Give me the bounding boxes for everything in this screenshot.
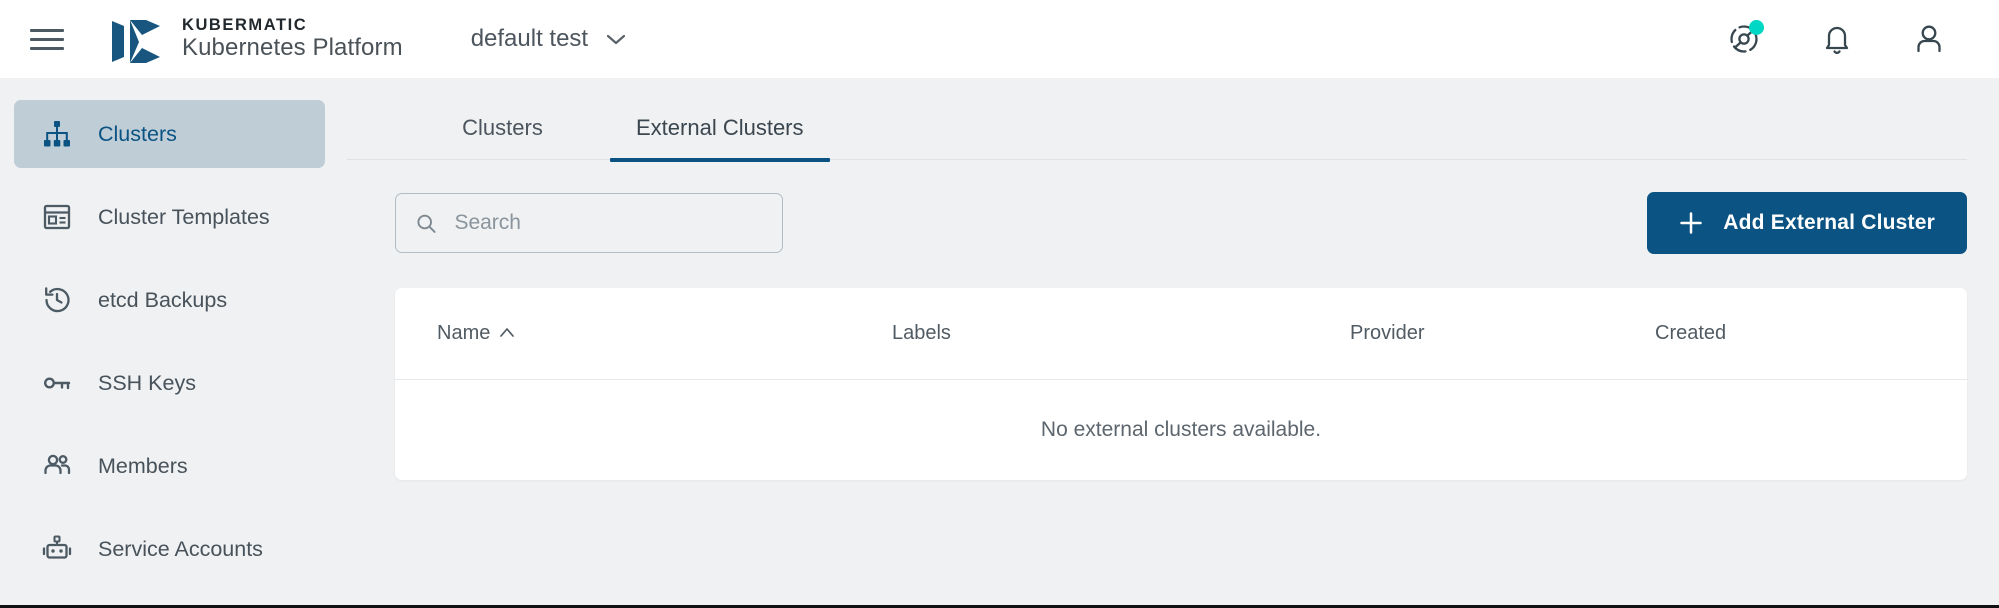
column-header-label: Created: [1655, 322, 1727, 344]
tab-external-clusters[interactable]: External Clusters: [610, 115, 830, 162]
topbar-actions: [1725, 19, 1961, 59]
chevron-down-icon: [607, 34, 626, 45]
plus-icon: [1680, 212, 1703, 234]
sort-ascending-caret-icon: [500, 327, 515, 337]
sidebar-item-label: etcd Backups: [98, 287, 228, 312]
add-external-cluster-button[interactable]: Add External Cluster: [1647, 192, 1967, 254]
top-navigation-bar: KUBERMATIC Kubernetes Platform default t…: [0, 0, 1999, 78]
service-account-robot-icon: [42, 534, 72, 564]
sidebar-item-members[interactable]: Members: [14, 432, 325, 500]
tab-clusters[interactable]: Clusters: [395, 115, 610, 159]
sidebar-item-label: SSH Keys: [98, 370, 196, 395]
search-icon: [417, 214, 436, 233]
sidebar-item-label: Service Accounts: [98, 536, 263, 561]
sidebar-item-label: Members: [98, 453, 188, 478]
column-header-labels[interactable]: Labels: [892, 322, 1350, 345]
column-header-provider[interactable]: Provider: [1350, 322, 1655, 345]
backup-restore-clock-icon: [42, 285, 72, 315]
project-selector-label: default test: [470, 25, 589, 52]
table-header-row: Name Labels Provider Created: [395, 288, 1967, 380]
cluster-hierarchy-icon: [42, 119, 72, 149]
brand-name-secondary: Kubernetes Platform: [182, 34, 403, 62]
column-header-name[interactable]: Name: [437, 322, 892, 345]
search-field[interactable]: [395, 193, 783, 253]
sidebar-item-label: Cluster Templates: [98, 204, 270, 229]
hamburger-menu-icon[interactable]: [30, 22, 64, 56]
sidebar-item-service-accounts[interactable]: Service Accounts: [14, 515, 325, 583]
sidebar-item-etcd-backups[interactable]: etcd Backups: [14, 266, 325, 334]
column-header-created[interactable]: Created: [1655, 322, 1967, 345]
template-document-icon: [42, 202, 72, 232]
sidebar-navigation: Clusters Cluster Templates etcd Backups …: [0, 78, 347, 605]
external-clusters-table: Name Labels Provider Created No external…: [395, 288, 1967, 480]
sidebar-item-cluster-templates[interactable]: Cluster Templates: [14, 183, 325, 251]
sidebar-item-ssh-keys[interactable]: SSH Keys: [14, 349, 325, 417]
brand-logo[interactable]: KUBERMATIC Kubernetes Platform: [110, 15, 403, 63]
table-empty-state: No external clusters available.: [395, 380, 1967, 480]
column-header-label: Provider: [1350, 322, 1425, 344]
notifications-bell-icon[interactable]: [1817, 19, 1857, 59]
sidebar-item-clusters[interactable]: Clusters: [14, 100, 325, 168]
notification-badge-dot: [1749, 20, 1764, 35]
column-header-label: Name: [437, 322, 491, 344]
search-input[interactable]: [454, 211, 762, 235]
members-people-icon: [42, 451, 72, 481]
brand-name-primary: KUBERMATIC: [182, 15, 308, 34]
help-tour-icon[interactable]: [1725, 19, 1765, 59]
kubermatic-app-window: KUBERMATIC Kubernetes Platform default t…: [0, 0, 1999, 608]
app-body: Clusters Cluster Templates etcd Backups …: [0, 78, 1999, 605]
user-account-icon[interactable]: [1909, 19, 1949, 59]
cluster-tabs: Clusters External Clusters: [347, 78, 1967, 162]
column-header-label: Labels: [892, 322, 951, 344]
content-toolbar: Add External Cluster: [347, 160, 1999, 254]
main-content: Clusters External Clusters Search Add Ex…: [347, 78, 1999, 605]
add-external-cluster-label: Add External Cluster: [1723, 211, 1935, 234]
kubermatic-logo-icon: [112, 20, 160, 63]
ssh-key-icon: [42, 368, 72, 398]
project-selector[interactable]: default test: [465, 17, 633, 61]
empty-state-message: No external clusters available.: [1040, 418, 1322, 441]
sidebar-item-label: Clusters: [98, 121, 177, 146]
